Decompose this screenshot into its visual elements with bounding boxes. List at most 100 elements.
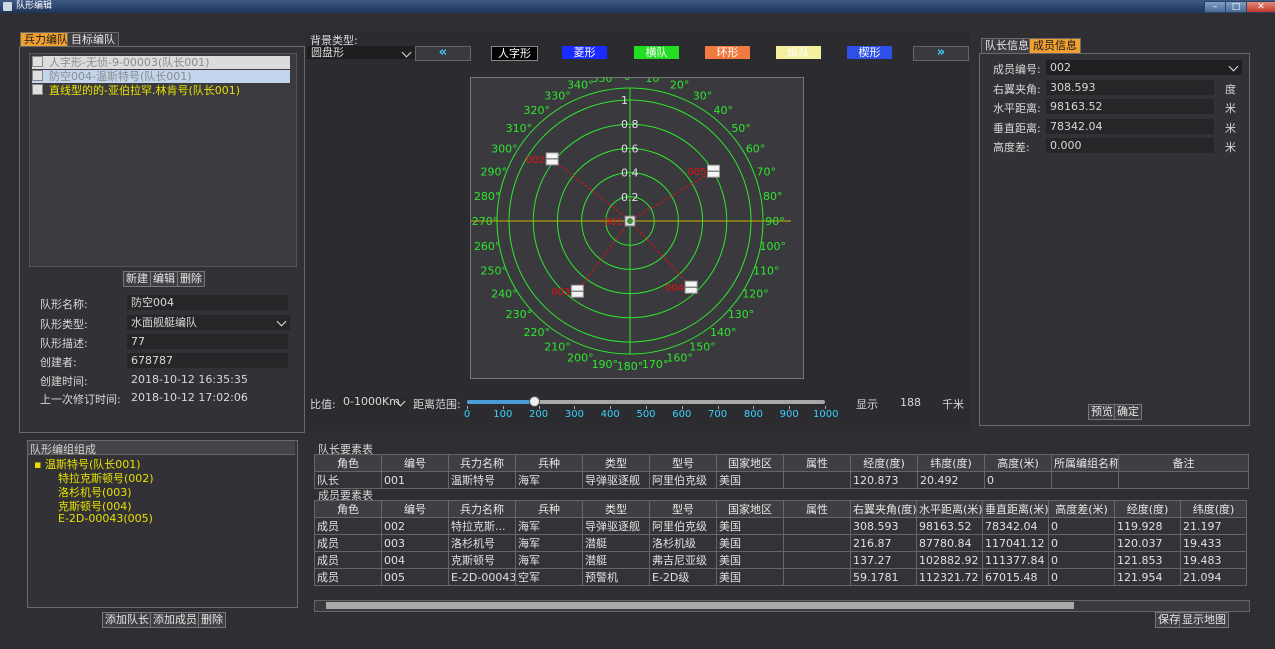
member-table-cell: 0 (1048, 568, 1115, 586)
confirm-button[interactable]: 确定 (1114, 404, 1142, 420)
slider-tick-label: 300 (564, 409, 584, 420)
angle-label: 10° (645, 78, 665, 85)
member-link (551, 158, 631, 222)
formation-item-label: 人字形-无侦-9-00003(队长001) (49, 56, 210, 69)
desc-label: 队形描述: (40, 337, 88, 350)
type-select[interactable]: 水面舰艇编队 (127, 315, 290, 330)
leader-table-cell: 20.492 (917, 471, 985, 489)
ring-label: 0.4 (621, 167, 639, 180)
slider-tick-label: 500 (636, 409, 656, 420)
member-table-cell: 98163.52 (916, 517, 983, 535)
angle-label: 70° (757, 165, 777, 178)
member-table-cell: 洛杉机号 (448, 534, 516, 552)
slider-tick-label: 400 (600, 409, 620, 420)
member-table-cell: 78342.04 (982, 517, 1049, 535)
angle-label: 280° (474, 190, 501, 203)
height-field[interactable]: 0.000 (1046, 138, 1214, 153)
angle-field[interactable]: 308.593 (1046, 80, 1214, 95)
member-table-header-cell: 垂直距离(米) (982, 500, 1049, 518)
formation-item-label: 直线型的的-亚伯拉罕.林肯号(队长001) (49, 84, 241, 97)
member-table-header-cell: 高度差(米) (1048, 500, 1115, 518)
leader-table-cell: 阿里伯克级 (649, 471, 717, 489)
member-link (576, 220, 631, 292)
shape-wedge-button[interactable]: 楔形 (847, 46, 892, 59)
angle-label: 0° (624, 78, 637, 83)
new-button[interactable]: 新建 (123, 271, 151, 287)
table-row[interactable]: 成员 004 克斯顿号 海军 潜艇 弗吉尼亚级 美国 137.27 102882.92 11137… (314, 551, 1247, 569)
angle-label: 240° (491, 288, 518, 301)
scroll-right-icon[interactable]: » (913, 46, 969, 61)
vdist-unit: 米 (1225, 122, 1236, 135)
shape-herringbone-button[interactable]: 人字形 (491, 46, 538, 61)
background-type-select[interactable]: 圆盘形 (307, 46, 415, 59)
slider-tick-label: 100 (493, 409, 513, 420)
angle-label: 170° (642, 358, 669, 371)
modified-label: 上一次修订时间: (40, 393, 121, 406)
table-row[interactable]: 成员 003 洛杉机号 海军 潜艇 洛杉机级 美国 216.87 87780.84 117041.… (314, 534, 1247, 552)
angle-label: 300° (491, 143, 518, 156)
slider-tick-label: 700 (708, 409, 728, 420)
shape-diamond-button[interactable]: 菱形 (562, 46, 607, 59)
angle-label: 80° (763, 190, 783, 203)
vdist-field[interactable]: 78342.04 (1046, 119, 1214, 134)
table-row[interactable]: 成员 005 E-2D-00043 空军 预警机 E-2D级 美国 59.1781 112321… (314, 568, 1247, 586)
add-member-button[interactable]: 添加成员 (150, 612, 200, 628)
slider-tick-label: 200 (529, 409, 549, 420)
member-table-cell: 119.928 (1114, 517, 1181, 535)
leader-table-header-cell: 兵力名称 (448, 454, 516, 472)
angle-label: 200° (567, 351, 594, 364)
formation-item[interactable]: 直线型的的-亚伯拉罕.林肯号(队长001) (32, 84, 240, 97)
close-button[interactable]: ✕ (1246, 1, 1275, 13)
member-table-header-cell: 水平距离(米) (916, 500, 983, 518)
table-row[interactable]: 队长 001 温斯特号 海军 导弹驱逐舰 阿里伯克级 美国 120.873 20.492 0 (314, 471, 1249, 489)
leader-table-header-cell: 编号 (381, 454, 449, 472)
angle-label: 120° (742, 288, 769, 301)
member-table-cell: 成员 (314, 551, 382, 569)
tab-leader-info[interactable]: 队长信息 (981, 38, 1033, 54)
angle-label: 140° (710, 326, 737, 339)
member-table-cell: 111377.84 (982, 551, 1049, 569)
member-table-cell: 0 (1048, 551, 1115, 569)
shape-line-abreast-button[interactable]: 横队 (634, 46, 679, 59)
hdist-field[interactable]: 98163.52 (1046, 99, 1214, 114)
formation-item[interactable]: 防空004-温斯特号(队长001) (32, 70, 290, 83)
formation-item[interactable]: 人字形-无侦-9-00003(队长001) (32, 56, 290, 69)
member-table-cell: 空军 (515, 568, 583, 586)
member-table-cell: 19.483 (1180, 551, 1247, 569)
preview-button[interactable]: 预览 (1088, 404, 1116, 420)
composition-member[interactable]: E-2D-00043(005) (58, 512, 153, 525)
leader-marker-dot (627, 218, 633, 224)
member-table-cell: 美国 (716, 568, 784, 586)
scale-select[interactable]: 0-1000Km (339, 395, 409, 409)
name-field[interactable]: 防空004 (127, 295, 288, 310)
table-scrollbar-thumb[interactable] (326, 602, 1074, 609)
table-row[interactable]: 成员 002 特拉克斯... 海军 导弹驱逐舰 阿里伯克级 美国 308.593 98163.5… (314, 517, 1247, 535)
add-leader-button[interactable]: 添加队长 (102, 612, 152, 628)
angle-label: 350° (592, 78, 619, 85)
formation-canvas[interactable]: 0.20.40.60.810°10°20°30°40°50°60°70°80°9… (469, 70, 804, 379)
minimize-button[interactable]: – (1204, 1, 1226, 13)
slider-tick-label: 900 (779, 409, 799, 420)
shape-column-button[interactable]: 纵队 (776, 46, 821, 59)
creator-field[interactable]: 678787 (127, 353, 288, 368)
delete-member-button[interactable]: 删除 (198, 612, 226, 628)
member-table-cell: 003 (381, 534, 449, 552)
member-id-select[interactable]: 002 (1046, 60, 1242, 75)
show-map-button[interactable]: 显示地图 (1179, 612, 1229, 628)
slider-scale: 0 100 200 300 400 500 600 700 800 900 1000 (0, 406, 838, 426)
edit-button[interactable]: 编辑 (150, 271, 178, 287)
shape-ring-button[interactable]: 环形 (705, 46, 750, 59)
member-table-cell: 海军 (515, 534, 583, 552)
member-table-cell: E-2D-00043 (448, 568, 516, 586)
maximize-button[interactable]: □ (1225, 1, 1247, 13)
delete-button[interactable]: 删除 (177, 271, 205, 287)
scroll-left-icon[interactable]: « (415, 46, 471, 61)
polar-plot[interactable]: 0.20.40.60.810°10°20°30°40°50°60°70°80°9… (469, 70, 803, 378)
member-table-cell: 成员 (314, 568, 382, 586)
member-table-header-cell: 兵力名称 (448, 500, 516, 518)
desc-field[interactable]: 77 (127, 334, 288, 349)
member-table-cell: 海军 (515, 551, 583, 569)
member-table-header-cell: 纬度(度) (1180, 500, 1247, 518)
angle-label: 220° (524, 326, 551, 339)
tab-member-info[interactable]: 成员信息 (1029, 38, 1081, 54)
